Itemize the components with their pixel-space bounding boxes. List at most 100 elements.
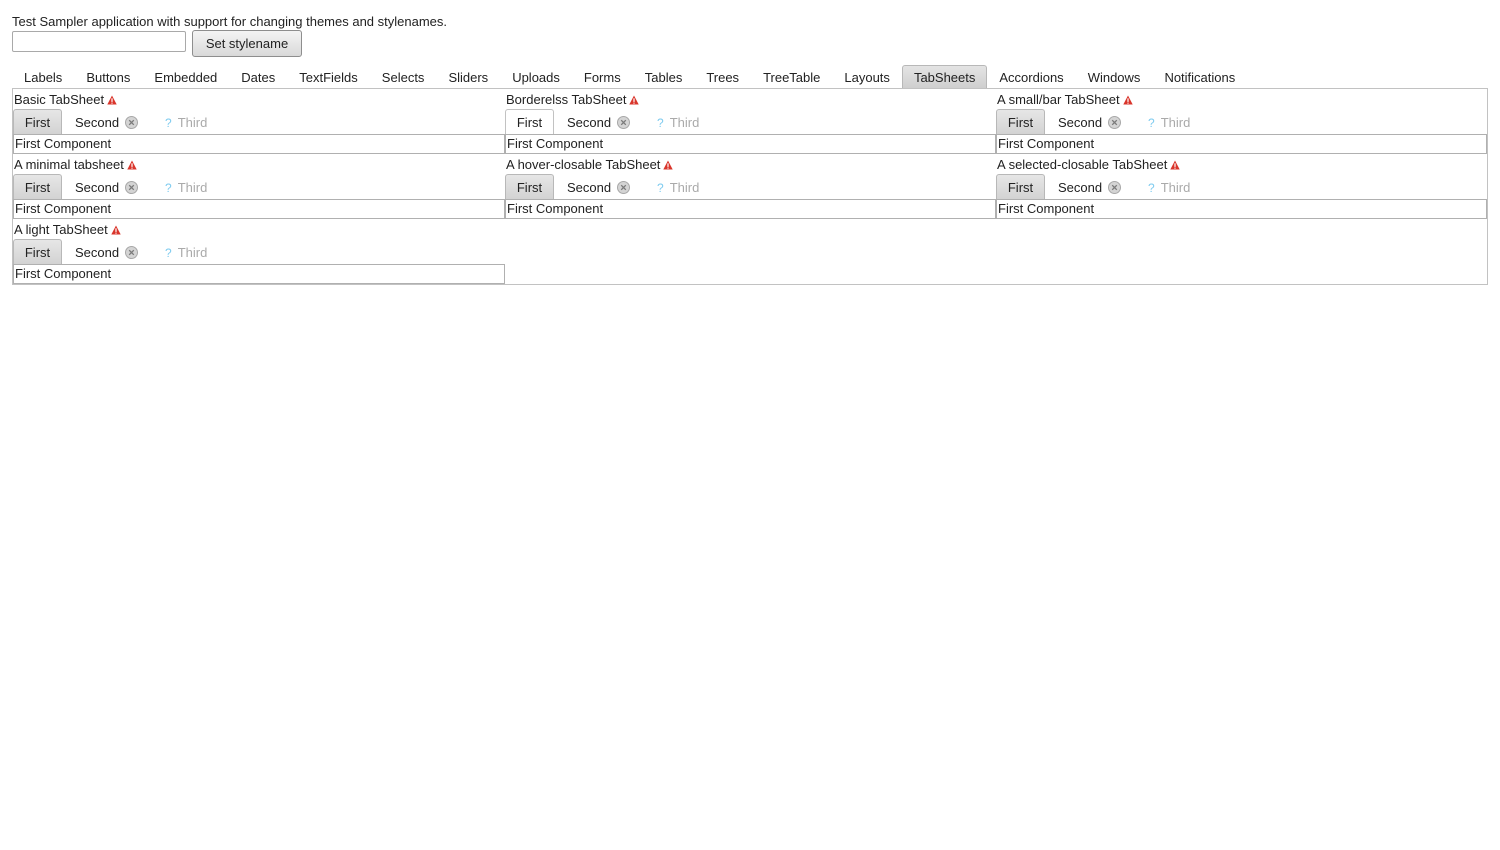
tabsheet-caption-text: Borderelss TabSheet — [506, 92, 627, 107]
warning-icon — [111, 223, 121, 235]
tab-layouts[interactable]: Layouts — [832, 65, 902, 88]
tab-second-label: Second — [1058, 180, 1103, 195]
tab-second[interactable]: Second — [554, 109, 646, 134]
tab-second[interactable]: Second — [62, 109, 154, 134]
close-icon[interactable] — [1108, 112, 1122, 129]
tabsheet-demo: A minimal tabsheet First Second? Third First… — [13, 154, 505, 219]
warning-icon — [127, 158, 137, 170]
tabsheet-caption: A hover-closable TabSheet — [506, 157, 674, 172]
tabsheet-content-panel: First Component — [996, 134, 1487, 154]
tab-third-label: Third — [669, 180, 700, 195]
tabsheet-caption-text: A hover-closable TabSheet — [506, 157, 661, 172]
tab-second[interactable]: Second — [62, 174, 154, 199]
tab-third-label: Third — [177, 115, 208, 130]
tabsheet-caption-text: A minimal tabsheet — [14, 157, 124, 172]
tab-buttons[interactable]: Buttons — [74, 65, 142, 88]
tab-second-label: Second — [75, 115, 120, 130]
tabsheet-tab-bar: First Second? Third — [13, 239, 214, 265]
tabsheet-caption-text: A small/bar TabSheet — [997, 92, 1120, 107]
tab-embedded[interactable]: Embedded — [142, 65, 229, 88]
tab-second-label: Second — [567, 180, 612, 195]
tab-third: ? Third — [1137, 109, 1197, 134]
close-icon[interactable] — [617, 177, 631, 194]
warning-icon — [1170, 158, 1181, 170]
tab-third-label: Third — [177, 245, 208, 260]
close-icon[interactable] — [125, 242, 139, 259]
tabsheet-demo: Basic TabSheet First Second? Third First Com… — [13, 89, 505, 154]
app-description: Test Sampler application with support fo… — [12, 14, 448, 29]
tab-first[interactable]: First — [996, 109, 1045, 134]
tabsheet-demo: A light TabSheet First Second? Third First C… — [13, 219, 505, 284]
tabsheet-tab-bar: First Second? Third — [13, 174, 214, 200]
tab-first[interactable]: First — [505, 109, 554, 135]
tab-first[interactable]: First — [505, 174, 554, 199]
tabsheet-demo: Borderelss TabSheet First Second? Third Firs… — [505, 89, 996, 154]
tab-first[interactable]: First — [996, 174, 1045, 199]
tabsheet-caption-text: A light TabSheet — [14, 222, 108, 237]
tab-second[interactable]: Second — [1045, 174, 1137, 199]
tab-third: ? Third — [646, 109, 706, 134]
tab-sliders[interactable]: Sliders — [436, 65, 500, 88]
close-icon[interactable] — [1108, 177, 1122, 194]
tabsheet-caption: A selected-closable TabSheet — [997, 157, 1181, 172]
tab-textfields[interactable]: TextFields — [287, 65, 370, 88]
tab-second-label: Second — [1058, 115, 1103, 130]
tabsheet-content-panel: First Component — [996, 199, 1487, 219]
tab-third: ? Third — [154, 109, 214, 134]
tab-windows[interactable]: Windows — [1076, 65, 1153, 88]
close-icon[interactable] — [617, 112, 631, 129]
tab-third-label: Third — [177, 180, 208, 195]
tab-third-label: Third — [669, 115, 700, 130]
tabsheet-caption-text: A selected-closable TabSheet — [997, 157, 1168, 172]
tabsheet-tab-bar: First Second ? Third — [996, 174, 1197, 200]
tab-accordions[interactable]: Accordions — [987, 65, 1075, 88]
tab-treetable[interactable]: TreeTable — [751, 65, 832, 88]
help-icon: ? — [1148, 181, 1155, 195]
tabsheet-caption: A minimal tabsheet — [14, 157, 137, 172]
warning-icon — [663, 158, 674, 170]
tab-second-label: Second — [75, 245, 120, 260]
tab-first[interactable]: First — [13, 174, 62, 199]
tab-third: ? Third — [154, 239, 214, 264]
tab-third: ? Third — [1137, 174, 1197, 199]
main-tab-bar: Labels Buttons Embedded Dates TextFields Sele… — [12, 65, 1247, 89]
help-icon: ? — [165, 181, 172, 195]
tab-third: ? Third — [646, 174, 706, 199]
help-icon: ? — [1148, 116, 1155, 130]
tabsheet-caption: A light TabSheet — [14, 222, 121, 237]
tab-first[interactable]: First — [13, 109, 62, 134]
help-icon: ? — [165, 116, 172, 130]
tabsheet-tab-bar: First Second ? Third — [505, 174, 706, 200]
tabsheet-content-panel: First Component — [13, 264, 505, 284]
tab-notifications[interactable]: Notifications — [1152, 65, 1247, 88]
tabsheet-demo: A hover-closable TabSheet First Second ? Thi… — [505, 154, 996, 219]
tab-tabsheets[interactable]: TabSheets — [901, 65, 988, 88]
help-icon: ? — [165, 246, 172, 260]
tabsheet-content-panel: First Component — [505, 199, 996, 219]
tabsheet-demo: A selected-closable TabSheet First Second?… — [996, 154, 1487, 219]
tabsheet-content-panel: First Component — [505, 134, 996, 154]
tab-second[interactable]: Second — [62, 239, 154, 264]
tab-uploads[interactable]: Uploads — [500, 65, 572, 88]
tabsheet-content-panel: First Component — [13, 199, 505, 219]
tab-forms[interactable]: Forms — [572, 65, 633, 88]
close-icon[interactable] — [125, 177, 139, 194]
tab-second-label: Second — [567, 115, 612, 130]
tabsheet-caption: Basic TabSheet — [14, 92, 117, 107]
stylename-input[interactable] — [12, 31, 186, 52]
tab-dates[interactable]: Dates — [229, 65, 287, 88]
tab-second[interactable]: Second — [1045, 109, 1137, 134]
warning-icon — [629, 93, 640, 105]
close-icon[interactable] — [125, 112, 139, 129]
tab-second[interactable]: Second — [554, 174, 646, 199]
set-stylename-button[interactable]: Set stylename — [192, 30, 302, 57]
tab-third: ? Third — [154, 174, 214, 199]
tab-first[interactable]: First — [13, 239, 62, 264]
tab-selects[interactable]: Selects — [370, 65, 437, 88]
tabsheet-caption: Borderelss TabSheet — [506, 92, 640, 107]
tab-labels[interactable]: Labels — [12, 65, 74, 88]
tab-trees[interactable]: Trees — [694, 65, 751, 88]
help-icon: ? — [657, 116, 664, 130]
tab-tables[interactable]: Tables — [633, 65, 695, 88]
tab-third-label: Third — [1160, 115, 1191, 130]
